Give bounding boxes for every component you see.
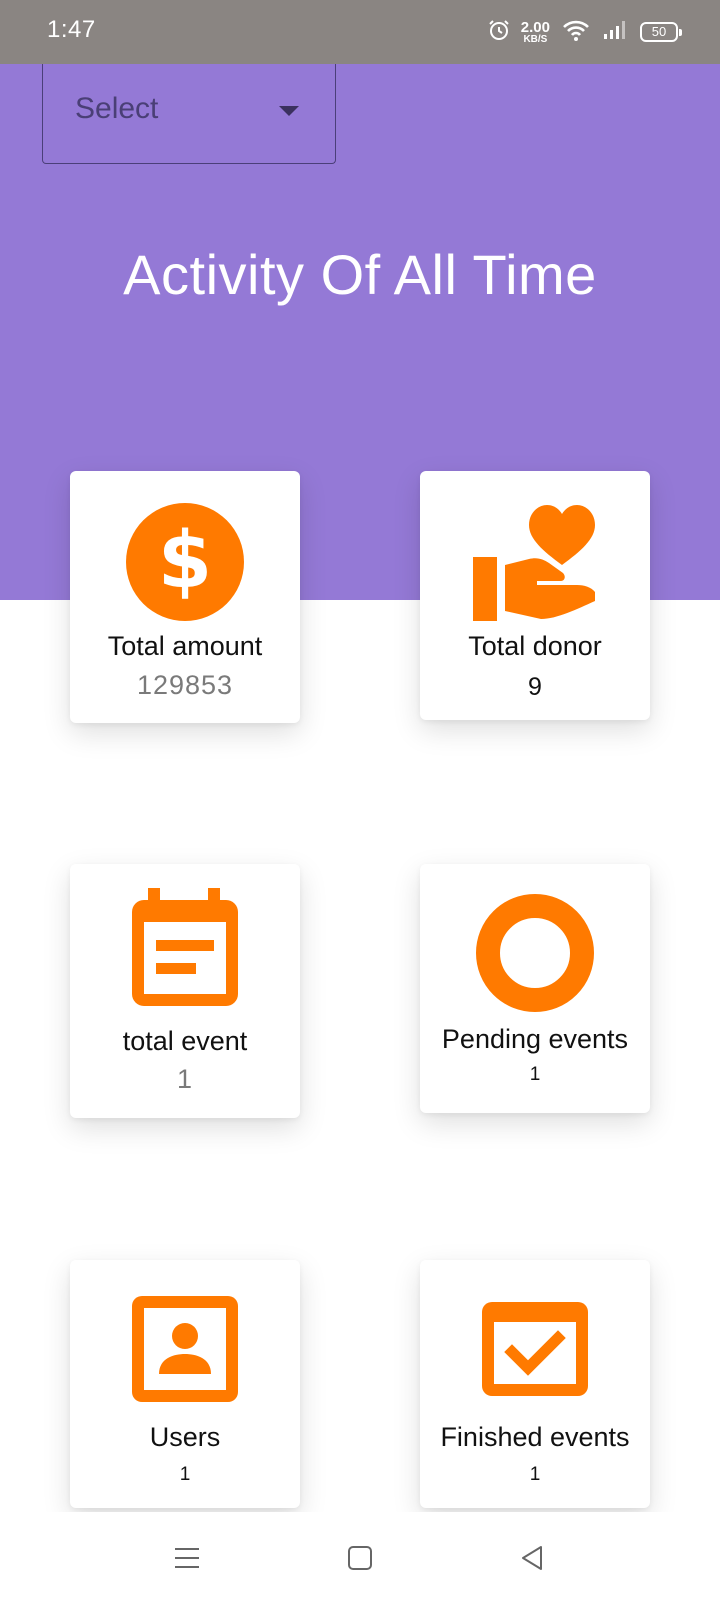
back-icon[interactable] [512,1538,552,1578]
calendar-check-icon [420,1302,650,1396]
svg-text:$: $ [158,516,212,606]
signal-icon [602,19,628,46]
pending-events-label: Pending events [441,1024,629,1054]
dollar-circle-icon: $ [70,503,300,621]
menu-icon[interactable] [167,1538,207,1578]
status-icons: 2.00 KB/S 50 [475,17,682,47]
battery-icon: 50 [640,22,682,42]
total-event-value: 1 [176,1064,194,1094]
finished-events-label: Finished events [440,1422,630,1452]
total-donor-card[interactable]: Total donor 9 [420,471,650,720]
total-donor-value: 9 [528,673,542,701]
total-event-card[interactable]: total event 1 [70,864,300,1118]
network-speed-value: 2.00 [520,18,550,36]
total-event-label: total event [122,1026,248,1056]
hand-heart-icon [420,501,650,621]
select-label: Select [75,92,159,125]
users-label: Users [149,1422,221,1452]
finished-events-card[interactable]: Finished events 1 [420,1260,650,1508]
users-card[interactable]: Users 1 [70,1260,300,1508]
total-donor-label: Total donor [468,631,602,661]
calendar-icon [70,888,300,1008]
status-time: 1:47 [47,16,96,43]
pending-events-value: 1 [529,1064,541,1085]
ring-icon [420,894,650,1012]
total-amount-card[interactable]: $ Total amount 129853 [70,471,300,723]
contact-icon [70,1296,300,1402]
finished-events-value: 1 [529,1464,541,1485]
network-speed: 2.00 KB/S [521,20,550,45]
system-nav-bar [0,1512,720,1600]
wifi-icon [562,18,590,47]
status-bar: 1:47 2.00 KB/S 50 [0,0,720,64]
users-value: 1 [179,1464,191,1485]
chevron-down-icon [279,106,299,116]
alarm-icon [487,18,511,47]
total-amount-value: 129853 [136,670,234,700]
home-square-icon[interactable] [340,1538,380,1578]
pending-events-card[interactable]: Pending events 1 [420,864,650,1113]
total-amount-label: Total amount [107,631,263,661]
network-speed-unit: KB/S [523,33,548,45]
page-title: Activity Of All Time [123,243,597,306]
period-select[interactable]: Select [42,64,336,164]
